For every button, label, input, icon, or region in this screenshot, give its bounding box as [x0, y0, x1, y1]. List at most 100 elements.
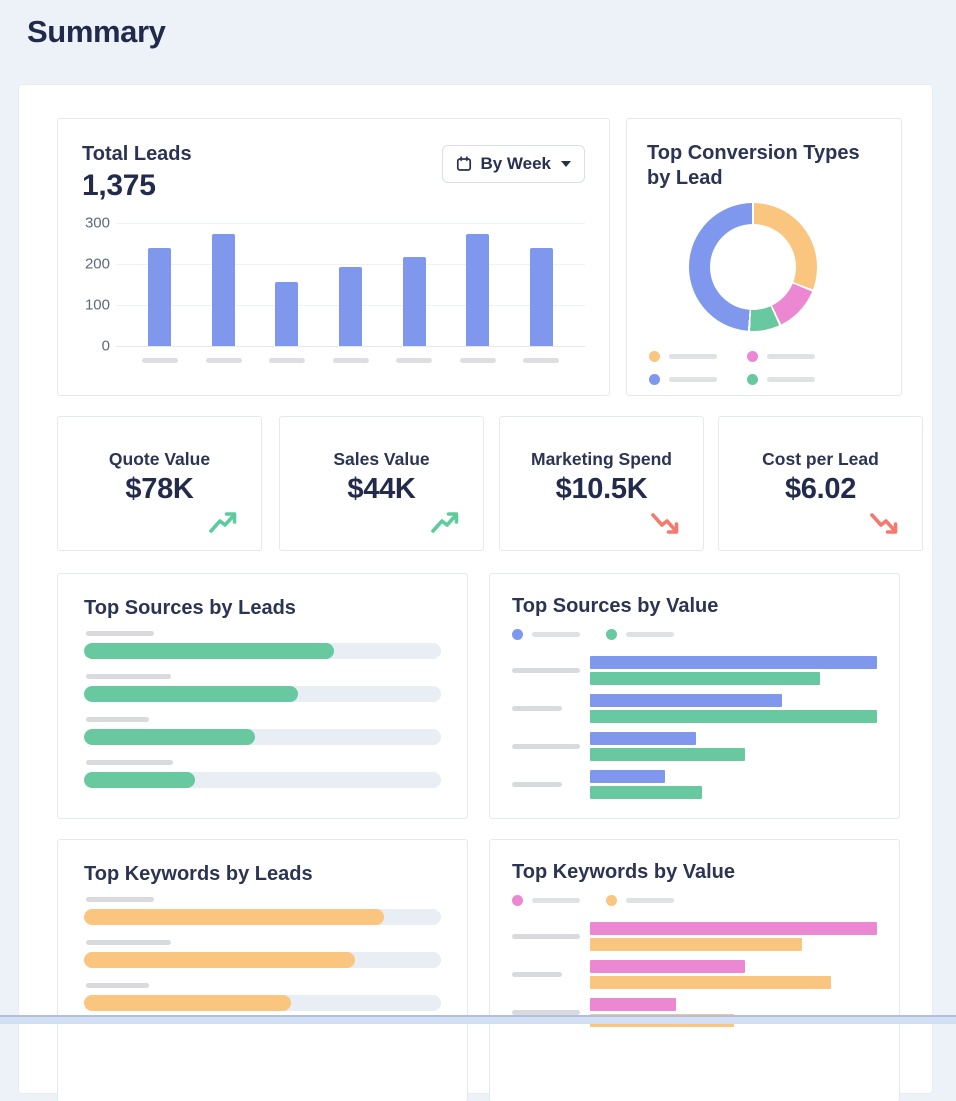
- chart-row: [84, 983, 441, 1011]
- kpi-label: Quote Value: [58, 449, 261, 470]
- total-leads-value: 1,375: [82, 169, 192, 203]
- bar-track: [84, 772, 441, 788]
- group-label-redacted: [512, 782, 562, 787]
- group-label-redacted: [512, 744, 580, 749]
- summary-panel: Total Leads 1,375 By Week 0100200300: [18, 84, 933, 1094]
- x-label-redacted: [523, 358, 559, 363]
- keywords-by-leads-title: Top Keywords by Leads: [84, 862, 441, 887]
- bar-group: [512, 960, 877, 989]
- kpi-value: $6.02: [719, 473, 922, 506]
- kpi-card-sales-value: Sales Value $44K: [279, 416, 484, 551]
- bar-fill: [84, 686, 298, 702]
- bar-group: [512, 770, 877, 799]
- x-label-redacted: [460, 358, 496, 363]
- sources-by-leads-title: Top Sources by Leads: [84, 596, 441, 621]
- group-label-column: [512, 668, 590, 673]
- trend-down-icon: [649, 510, 681, 536]
- legend-item: [649, 374, 747, 385]
- sources-by-value-title: Top Sources by Value: [512, 594, 877, 619]
- bar: [590, 922, 877, 935]
- row-label-redacted: [86, 760, 173, 765]
- legend-label-redacted: [669, 354, 717, 359]
- bar-group: [512, 694, 877, 723]
- kpi-value: $10.5K: [500, 473, 703, 506]
- bar: [275, 282, 298, 346]
- kpi-label: Marketing Spend: [500, 449, 703, 470]
- bar: [148, 248, 171, 346]
- x-label-redacted: [206, 358, 242, 363]
- legend-label-redacted: [626, 898, 674, 903]
- legend-dot: [512, 629, 523, 640]
- group-label-redacted: [512, 934, 580, 939]
- keywords-by-leads-chart: [84, 897, 441, 1011]
- donut-chart: [689, 203, 817, 331]
- caret-down-icon: [561, 161, 571, 167]
- bar-track: [84, 995, 441, 1011]
- kpi-value: $44K: [280, 473, 483, 506]
- bar: [590, 960, 745, 973]
- group-bars: [590, 960, 877, 989]
- group-bars: [590, 770, 877, 799]
- bar-track: [84, 643, 441, 659]
- by-week-dropdown[interactable]: By Week: [442, 145, 585, 183]
- group-label-column: [512, 934, 590, 939]
- group-label-column: [512, 706, 590, 711]
- top-keywords-by-value-card: Top Keywords by Value: [489, 839, 900, 1101]
- trend-down-icon: [868, 510, 900, 536]
- donut-hole: [710, 224, 796, 310]
- legend-label-redacted: [532, 898, 580, 903]
- group-bars: [590, 656, 877, 685]
- y-tick-label: 200: [85, 256, 110, 273]
- calendar-icon: [456, 156, 472, 172]
- group-bars: [590, 694, 877, 723]
- row-label-redacted: [86, 717, 149, 722]
- x-label-redacted: [333, 358, 369, 363]
- total-leads-bar-chart: 0100200300: [82, 223, 585, 363]
- y-tick-label: 100: [85, 297, 110, 314]
- chart-row: [84, 760, 441, 788]
- bar: [590, 786, 702, 799]
- group-label-column: [512, 972, 590, 977]
- y-axis-labels: 0100200300: [82, 223, 116, 346]
- legend-item: [747, 351, 845, 362]
- total-leads-header: Total Leads 1,375: [82, 143, 192, 203]
- conversion-types-card: Top Conversion Types by Lead: [626, 118, 902, 396]
- bar-fill: [84, 772, 195, 788]
- legend-label-redacted: [669, 377, 717, 382]
- legend-item: [606, 895, 674, 906]
- bar-group: [512, 732, 877, 761]
- bar-group: [512, 656, 877, 685]
- bar: [590, 710, 877, 723]
- bar-fill: [84, 643, 334, 659]
- row-label-redacted: [86, 674, 171, 679]
- keywords-by-value-chart: [512, 922, 877, 1027]
- legend-label-redacted: [532, 632, 580, 637]
- legend-dot: [606, 629, 617, 640]
- top-sources-by-value-card: Top Sources by Value: [489, 573, 900, 819]
- legend-label-redacted: [626, 632, 674, 637]
- x-label-redacted: [269, 358, 305, 363]
- legend-dot: [649, 351, 660, 362]
- bar: [530, 248, 553, 346]
- legend-item: [606, 629, 674, 640]
- group-label-redacted: [512, 668, 580, 673]
- keywords-by-value-title: Top Keywords by Value: [512, 860, 877, 885]
- legend-label-redacted: [767, 354, 815, 359]
- sources-by-leads-chart: [84, 631, 441, 788]
- trend-up-icon: [207, 510, 239, 536]
- bar: [590, 976, 831, 989]
- kpi-label: Cost per Lead: [719, 449, 922, 470]
- kpi-card-quote-value: Quote Value $78K: [57, 416, 262, 551]
- group-label-column: [512, 744, 590, 749]
- bar: [590, 938, 802, 951]
- chart-row: [84, 631, 441, 659]
- chart-row: [84, 717, 441, 745]
- gridline: [116, 346, 585, 347]
- bar-track: [84, 686, 441, 702]
- bar-fill: [84, 952, 355, 968]
- chart-row: [84, 674, 441, 702]
- kpi-label: Sales Value: [280, 449, 483, 470]
- chart-row: [84, 897, 441, 925]
- y-tick-label: 0: [102, 338, 110, 355]
- legend-item: [512, 895, 580, 906]
